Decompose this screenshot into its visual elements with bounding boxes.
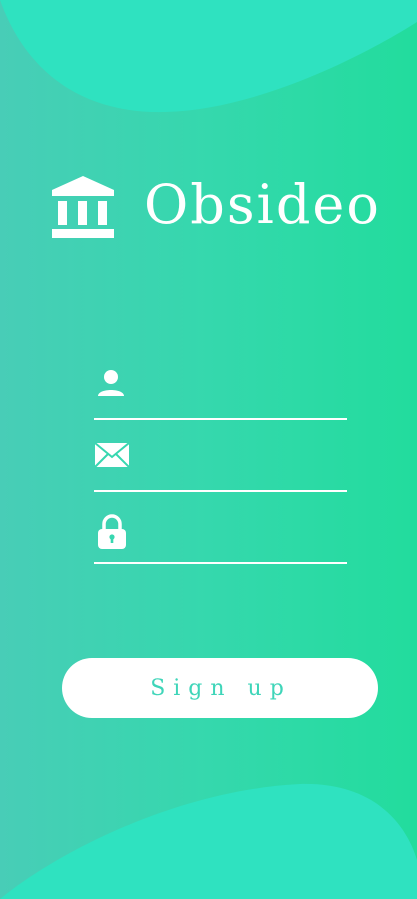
username-input[interactable] xyxy=(142,376,346,412)
bank-building-icon xyxy=(52,176,114,238)
lock-icon xyxy=(98,514,126,549)
user-icon xyxy=(98,370,124,396)
brand-name: Obsideo xyxy=(144,173,381,236)
signup-screen: Obsideo Sign up xyxy=(0,0,417,899)
envelope-icon xyxy=(94,442,130,468)
brand-header: Obsideo xyxy=(52,173,381,238)
top-blob xyxy=(0,0,417,113)
password-input[interactable] xyxy=(142,520,346,556)
email-field[interactable] xyxy=(94,442,347,492)
sign-up-button[interactable]: Sign up xyxy=(62,658,378,718)
password-field[interactable] xyxy=(94,514,347,564)
email-input[interactable] xyxy=(142,448,346,484)
username-field[interactable] xyxy=(94,370,347,420)
bottom-blob xyxy=(0,783,417,899)
